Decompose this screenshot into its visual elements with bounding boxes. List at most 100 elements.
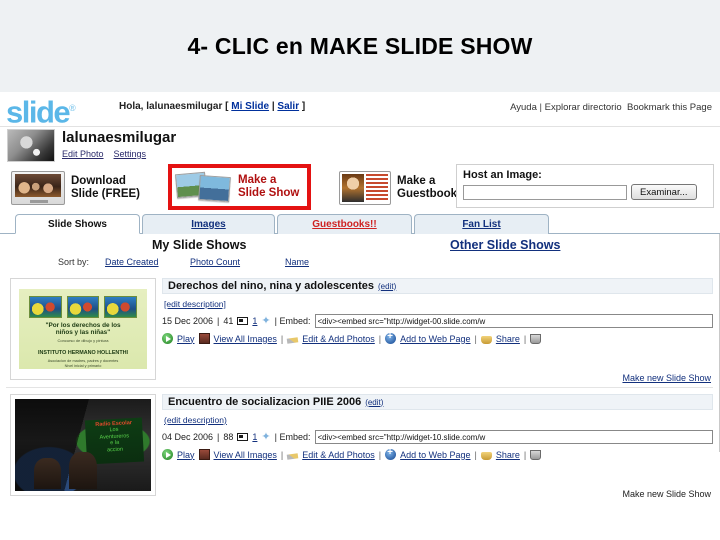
tab-slide-shows-label: Slide Shows — [48, 218, 107, 230]
play-link[interactable]: Play — [177, 450, 195, 460]
explore-directory-link[interactable]: Explorar directorio — [545, 102, 622, 113]
tab-fan-list[interactable]: Fan List — [414, 214, 549, 234]
edit-pencil-icon — [286, 452, 299, 460]
action-sep-2: | — [378, 333, 382, 344]
poster-line-6-text: Nivel inicial y primario — [64, 363, 102, 368]
slide-show-title: Encuentro de socializacion PIIE 2006 — [168, 396, 362, 408]
add-to-web-page-link[interactable]: Add to Web Page — [400, 334, 470, 344]
tab-images[interactable]: Images — [142, 214, 275, 234]
trash-icon[interactable] — [530, 333, 542, 344]
embed-code-input[interactable] — [314, 314, 713, 328]
poster-photo-1-icon — [29, 296, 62, 318]
help-link[interactable]: Ayuda — [510, 102, 537, 113]
slide-show-meta: 04 Dec 2006 | 88 1 ✦ | Embed: — [162, 430, 713, 444]
sign-line-4: accion — [106, 446, 123, 454]
make-new-slide-show-link-top[interactable]: Make new Slide Show — [622, 373, 711, 383]
slide-show-details: Encuentro de socializacion PIIE 2006 (ed… — [162, 394, 713, 499]
slide-show-edit-link[interactable]: (edit) — [365, 398, 383, 407]
tab-bar: Slide Shows Images Guestbooks!! Fan List — [0, 214, 720, 234]
make-guestbook-button[interactable]: Make a Guestbook — [334, 168, 462, 208]
slide-show-title: Derechos del nino, nina y adolescentes — [168, 280, 375, 292]
download-slide-button[interactable]: Download Slide (FREE) — [6, 168, 145, 208]
trash-icon[interactable] — [530, 449, 542, 460]
poster-line-1: "Por los derechos de los niños y las niñ… — [25, 322, 141, 337]
play-link[interactable]: Play — [177, 334, 195, 344]
guestbook-icon — [339, 171, 391, 205]
slide-show-actions: Play View All Images | Edit & Add Photos… — [162, 331, 713, 344]
photos-icon — [175, 170, 232, 204]
my-slide-shows-heading: My Slide Shows — [152, 238, 247, 252]
browse-button[interactable]: Examinar... — [631, 184, 697, 200]
poster-line-5: Asociacion de madres, padres y docentes … — [25, 359, 141, 368]
poster-line-2-text: niños y las niñas" — [55, 329, 111, 337]
share-link[interactable]: Share — [496, 334, 520, 344]
avatar[interactable] — [7, 129, 55, 162]
poster-image: "Por los derechos de los niños y las niñ… — [19, 289, 147, 369]
add-to-web-page-icon — [385, 447, 397, 460]
sort-by-label: Sort by: — [58, 257, 90, 267]
other-slide-shows-link[interactable]: Other Slide Shows — [450, 238, 560, 252]
slide-logo[interactable]: slide® — [6, 92, 76, 128]
make-guestbook-label: Make a Guestbook — [397, 175, 458, 200]
meta-divider: | — [217, 316, 220, 326]
slide-show-fav-count[interactable]: 1 — [252, 316, 257, 326]
edit-description-link[interactable]: [edit description] — [164, 299, 226, 309]
slide-show-photo-count: 41 — [223, 316, 234, 326]
action-sep-3: | — [474, 333, 477, 344]
slide-show-fav-count[interactable]: 1 — [252, 432, 257, 442]
edit-add-photos-link[interactable]: Edit & Add Photos — [302, 450, 375, 460]
view-images-icon — [198, 449, 210, 460]
add-to-web-page-link[interactable]: Add to Web Page — [400, 450, 470, 460]
share-icon — [480, 451, 492, 460]
embed-code-input[interactable] — [314, 430, 713, 444]
tv-screen-icon — [15, 174, 61, 197]
view-all-images-link[interactable]: View All Images — [214, 334, 277, 344]
action-row: Download Slide (FREE) Make a Slide Show … — [0, 164, 720, 212]
sort-date-created-link[interactable]: Date Created — [105, 257, 159, 267]
edit-description-link[interactable]: (edit description) — [164, 415, 227, 425]
host-image-file-input[interactable] — [463, 184, 627, 200]
host-an-image-label: Host an Image: — [463, 169, 542, 181]
edit-add-photos-link[interactable]: Edit & Add Photos — [302, 334, 375, 344]
trademark-icon: ® — [69, 103, 76, 113]
poster-photo-strip-icon — [29, 296, 138, 318]
edit-pencil-icon — [286, 336, 299, 344]
play-icon — [162, 449, 173, 460]
bookmark-page-link[interactable]: Bookmark this Page — [627, 102, 712, 113]
slide-title-text: 4- CLIC en MAKE SLIDE SHOW — [187, 32, 533, 59]
poster-photo-3-icon — [104, 296, 138, 318]
my-slide-link[interactable]: Mi Slide — [231, 101, 269, 112]
slide-shows-panel: My Slide Shows Other Slide Shows Sort by… — [0, 234, 720, 499]
view-all-images-link[interactable]: View All Images — [214, 450, 277, 460]
host-an-image-panel: Host an Image: Examinar... — [456, 164, 714, 208]
tab-guestbooks[interactable]: Guestbooks!! — [277, 214, 412, 234]
slide-show-title-bar: Encuentro de socializacion PIIE 2006 (ed… — [162, 394, 713, 410]
edit-photo-link[interactable]: Edit Photo — [62, 149, 104, 159]
host-an-image-row: Examinar... — [463, 184, 707, 200]
share-link[interactable]: Share — [496, 450, 520, 460]
play-icon — [162, 333, 173, 344]
photo-image: Radio Escolar Los Aventureros e la accio… — [15, 399, 151, 491]
slide-show-details: Derechos del nino, nina y adolescentes (… — [162, 278, 713, 383]
star-icon: ✦ — [261, 430, 271, 443]
slide-show-thumbnail[interactable]: "Por los derechos de los niños y las niñ… — [10, 278, 156, 380]
action-sep-3: | — [474, 449, 477, 460]
slide-show-title-bar: Derechos del nino, nina y adolescentes (… — [162, 278, 713, 294]
sort-photo-count-link[interactable]: Photo Count — [190, 257, 240, 267]
make-slide-show-button[interactable]: Make a Slide Show — [168, 164, 312, 210]
embedded-screenshot: slide® Hola, lalunaesmilugar [ Mi Slide … — [0, 92, 720, 540]
action-sep-4: | — [523, 449, 527, 460]
logout-link[interactable]: Salir — [277, 101, 299, 112]
profile-username: lalunaesmilugar — [62, 129, 177, 146]
make-new-slide-show-link-bottom[interactable]: Make new Slide Show — [622, 489, 711, 499]
tab-slide-shows[interactable]: Slide Shows — [15, 214, 140, 234]
profile-bar: lalunaesmilugar Edit Photo Settings — [0, 127, 720, 164]
tab-guestbooks-label: Guestbooks!! — [312, 219, 377, 230]
sort-name-link[interactable]: Name — [285, 257, 309, 267]
slide-show-edit-link[interactable]: (edit) — [378, 282, 396, 291]
slide-title: 4- CLIC en MAKE SLIDE SHOW — [0, 0, 720, 92]
share-icon — [480, 335, 492, 344]
settings-link[interactable]: Settings — [114, 149, 147, 159]
photos-count-icon — [237, 433, 249, 441]
slide-show-thumbnail[interactable]: Radio Escolar Los Aventureros e la accio… — [10, 394, 156, 496]
